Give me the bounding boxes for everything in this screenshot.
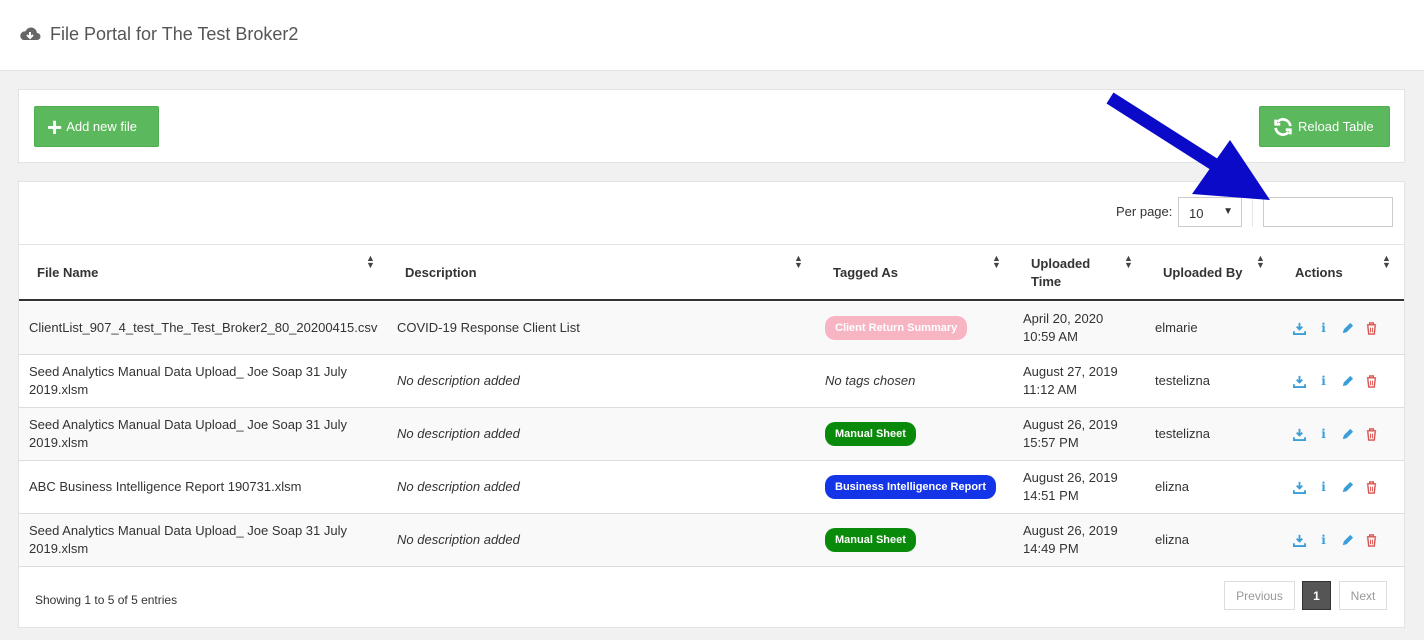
edit-pencil-icon[interactable]	[1341, 428, 1354, 441]
actions-cell: i	[1293, 302, 1393, 354]
column-actions[interactable]: Actions	[1295, 245, 1375, 300]
tag-cell: Business Intelligence Report	[825, 461, 1015, 513]
add-file-label: Add new file	[66, 119, 138, 134]
add-file-button[interactable]: + Add new file	[34, 106, 159, 147]
uploaded-time-cell: August 27, 2019 11:12 AM	[1023, 364, 1118, 397]
description-cell: No description added	[397, 426, 520, 441]
uploaded-by-cell: elizna	[1155, 532, 1189, 547]
column-uploaded-time[interactable]: Uploaded Time	[1031, 245, 1111, 300]
previous-page-button[interactable]: Previous	[1224, 581, 1295, 610]
reload-table-label: Reload Table	[1298, 119, 1374, 134]
uploaded-by-cell: elizna	[1155, 479, 1189, 494]
sort-icon[interactable]: ▲ ▼	[366, 254, 375, 270]
uploaded-time-cell: August 26, 2019 14:49 PM	[1023, 523, 1118, 556]
uploaded-by-cell: testelizna	[1155, 373, 1210, 388]
download-icon[interactable]	[1293, 375, 1306, 388]
uploaded-time-cell: April 20, 2020 10:59 AM	[1023, 311, 1104, 344]
file-name-cell: Seed Analytics Manual Data Upload_ Joe S…	[29, 417, 347, 450]
top-bar: File Portal for The Test Broker2	[0, 0, 1424, 71]
sort-icon[interactable]: ▲ ▼	[794, 254, 803, 270]
info-icon[interactable]: i	[1317, 321, 1330, 335]
toolbar-panel: + Add new file Reload Table	[18, 89, 1405, 163]
actions-cell: i	[1293, 514, 1393, 566]
tag-cell: Manual Sheet	[825, 408, 1015, 460]
no-tags-text: No tags chosen	[825, 373, 916, 388]
sort-icon[interactable]: ▲ ▼	[992, 254, 1001, 270]
actions-cell: i	[1293, 408, 1393, 460]
file-name-cell: ABC Business Intelligence Report 190731.…	[29, 479, 302, 494]
delete-trash-icon[interactable]	[1365, 533, 1378, 547]
next-page-button[interactable]: Next	[1339, 581, 1387, 610]
table-row: Seed Analytics Manual Data Upload_ Joe S…	[19, 408, 1404, 461]
edit-pencil-icon[interactable]	[1341, 534, 1354, 547]
info-icon[interactable]: i	[1317, 374, 1330, 388]
sort-icon[interactable]: ▲ ▼	[1256, 254, 1265, 270]
plus-icon: +	[47, 111, 63, 142]
description-cell: No description added	[397, 532, 520, 547]
entries-info: Showing 1 to 5 of 5 entries	[35, 593, 178, 607]
tag-badge: Business Intelligence Report	[825, 475, 996, 499]
info-icon[interactable]: i	[1317, 533, 1330, 547]
tag-badge: Manual Sheet	[825, 422, 916, 446]
delete-trash-icon[interactable]	[1365, 321, 1378, 335]
edit-pencil-icon[interactable]	[1341, 322, 1354, 335]
file-name-cell: Seed Analytics Manual Data Upload_ Joe S…	[29, 523, 347, 556]
per-page-select[interactable]: 10 ▼	[1178, 197, 1242, 227]
tag-badge: Manual Sheet	[825, 528, 916, 552]
table-row: Seed Analytics Manual Data Upload_ Joe S…	[19, 514, 1404, 567]
column-file-name[interactable]: File Name	[37, 245, 377, 300]
cloud-download-icon	[20, 27, 41, 40]
edit-pencil-icon[interactable]	[1341, 375, 1354, 388]
uploaded-by-cell: elmarie	[1155, 320, 1198, 335]
page-title: File Portal for The Test Broker2	[50, 24, 299, 44]
download-icon[interactable]	[1293, 428, 1306, 441]
column-description[interactable]: Description	[405, 245, 805, 300]
sort-icon[interactable]: ▲ ▼	[1124, 254, 1133, 270]
file-name-cell: ClientList_907_4_test_The_Test_Broker2_8…	[29, 320, 378, 335]
page-1-button[interactable]: 1	[1302, 581, 1331, 610]
edit-pencil-icon[interactable]	[1341, 481, 1354, 494]
actions-cell: i	[1293, 355, 1393, 407]
tag-cell: Client Return Summary	[825, 302, 1015, 354]
column-tagged-as[interactable]: Tagged As	[833, 245, 983, 300]
table-row: Seed Analytics Manual Data Upload_ Joe S…	[19, 355, 1404, 408]
info-icon[interactable]: i	[1317, 427, 1330, 441]
uploaded-time-cell: August 26, 2019 15:57 PM	[1023, 417, 1118, 450]
delete-trash-icon[interactable]	[1365, 374, 1378, 388]
description-cell: COVID-19 Response Client List	[397, 320, 580, 335]
table-row: ClientList_907_4_test_The_Test_Broker2_8…	[19, 302, 1404, 355]
per-page-value: 10	[1189, 206, 1204, 221]
sort-icon[interactable]: ▲ ▼	[1382, 254, 1391, 270]
description-cell: No description added	[397, 479, 520, 494]
info-icon[interactable]: i	[1317, 480, 1330, 494]
uploaded-time-cell: August 26, 2019 14:51 PM	[1023, 470, 1118, 503]
download-icon[interactable]	[1293, 534, 1306, 547]
tag-cell: Manual Sheet	[825, 514, 1015, 566]
file-name-cell: Seed Analytics Manual Data Upload_ Joe S…	[29, 364, 347, 397]
refresh-icon	[1274, 117, 1292, 136]
table-header: File Name ▲ ▼ Description ▲ ▼ Tagged As ▲ ▼…	[19, 244, 1404, 301]
caret-down-icon: ▼	[1223, 206, 1233, 217]
search-input[interactable]	[1263, 197, 1393, 227]
reload-table-button[interactable]: Reload Table	[1259, 106, 1390, 147]
actions-cell: i	[1293, 461, 1393, 513]
per-page-label: Per page:	[1116, 204, 1173, 219]
files-table-panel: Per page: 10 ▼ File Name ▲ ▼ Description …	[18, 181, 1405, 628]
table-row: ABC Business Intelligence Report 190731.…	[19, 461, 1404, 514]
tag-badge: Client Return Summary	[825, 316, 968, 340]
uploaded-by-cell: testelizna	[1155, 426, 1210, 441]
download-icon[interactable]	[1293, 322, 1306, 335]
delete-trash-icon[interactable]	[1365, 480, 1378, 494]
divider	[1252, 197, 1253, 227]
download-icon[interactable]	[1293, 481, 1306, 494]
tag-cell: No tags chosen	[825, 355, 1015, 407]
delete-trash-icon[interactable]	[1365, 427, 1378, 441]
description-cell: No description added	[397, 373, 520, 388]
